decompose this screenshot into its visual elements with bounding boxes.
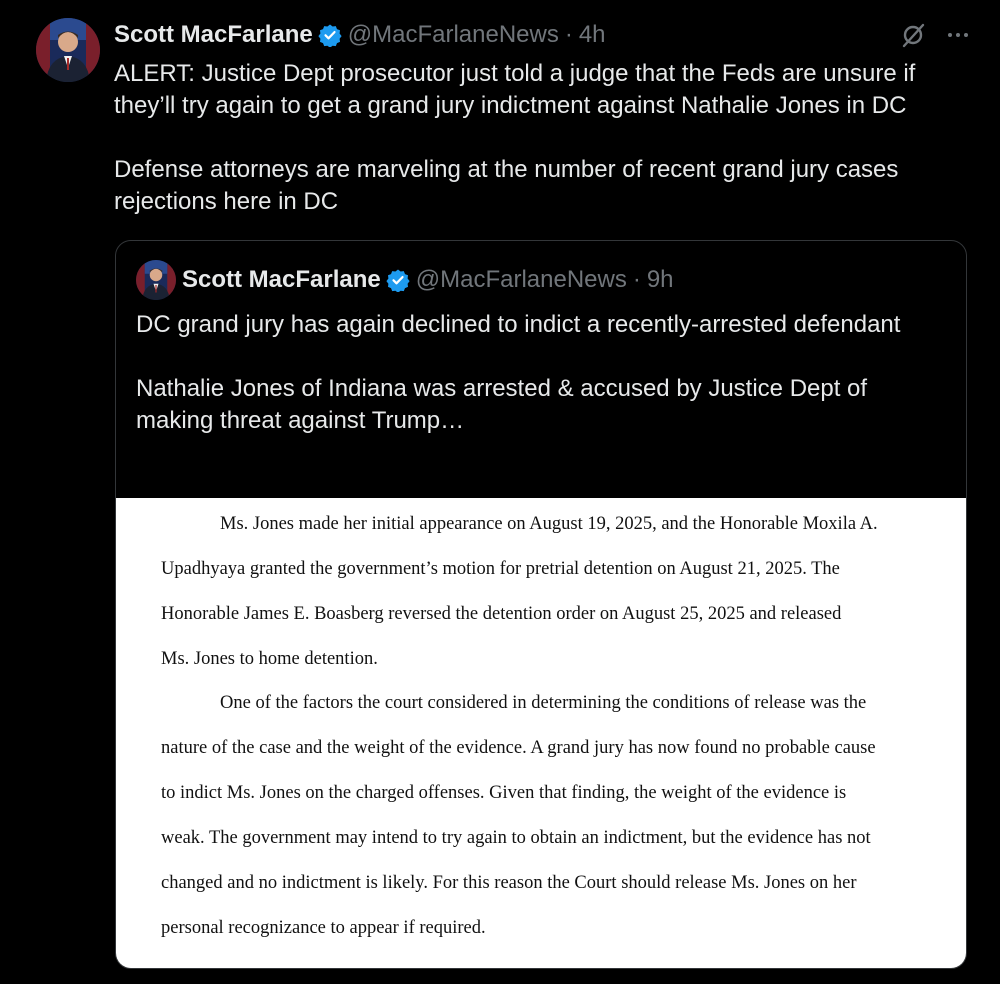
grok-icon[interactable] [900,22,926,48]
document-line: changed and no indictment is likely. For… [161,873,857,893]
tweet-header: Scott MacFarlane @MacFarlaneNews · 4h [114,16,970,54]
author-name[interactable]: Scott MacFarlane [114,21,313,49]
quoted-author-name[interactable]: Scott MacFarlane [182,266,381,294]
document-line: Ms. Jones to home detention. [161,649,378,669]
quoted-author-handle[interactable]: @MacFarlaneNews [416,266,627,294]
more-icon[interactable] [946,23,970,47]
document-line: nature of the case and the weight of the… [161,738,876,758]
document-line: Honorable James E. Boasberg reversed the… [161,604,842,624]
quoted-avatar[interactable] [136,260,176,300]
quoted-avatar-photo [136,260,176,300]
document-image[interactable]: Ms. Jones made her initial appearance on… [116,498,966,968]
tweet-text: ALERT: Justice Dept prosecutor just told… [114,60,916,215]
author-handle[interactable]: @MacFarlaneNews [348,21,559,49]
quoted-tweet-text: DC grand jury has again declined to indi… [136,311,901,434]
quoted-tweet-header: Scott MacFarlane @MacFarlaneNews · 9h [136,259,674,301]
document-line: weak. The government may intend to try a… [161,828,871,848]
header-actions [900,22,970,48]
document-line: to indict Ms. Jones on the charged offen… [161,783,847,803]
document-line: personal recognizance to appear if requi… [161,918,486,938]
document-line: Ms. Jones made her initial appearance on… [220,514,878,534]
timestamp[interactable]: 4h [579,21,606,49]
quoted-timestamp[interactable]: 9h [647,266,674,294]
document-line: Upadhyaya granted the government’s motio… [161,559,840,579]
verified-badge-icon[interactable] [386,268,410,292]
avatar-photo [36,18,100,82]
quoted-tweet[interactable]: Scott MacFarlane @MacFarlaneNews · 9h DC… [115,240,967,969]
avatar[interactable] [36,18,100,82]
separator-dot: · [564,21,573,48]
document-line: One of the factors the court considered … [220,693,867,713]
separator-dot: · [632,266,641,293]
verified-badge-icon[interactable] [318,23,342,47]
